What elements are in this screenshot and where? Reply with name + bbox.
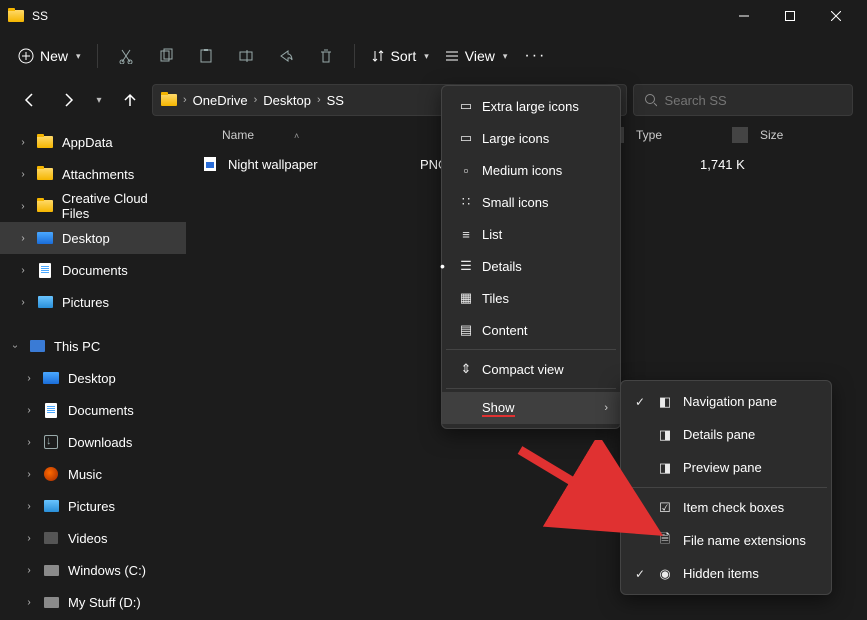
forward-button[interactable] xyxy=(52,84,84,116)
menu-item-check-boxes[interactable]: ☑Item check boxes xyxy=(621,491,831,524)
plus-circle-icon xyxy=(18,48,34,64)
toolbar: New▾ Sort▾ View▾ ··· xyxy=(0,32,867,80)
copy-button[interactable] xyxy=(148,38,184,74)
col-type[interactable]: Type xyxy=(628,128,728,142)
menu-medium-icons[interactable]: ▫Medium icons xyxy=(442,154,620,186)
menu-details-pane[interactable]: ◨Details pane xyxy=(621,418,831,451)
menu-content[interactable]: ▤Content xyxy=(442,314,620,346)
menu-compact-view[interactable]: ⇕Compact view xyxy=(442,353,620,385)
sort-button[interactable]: Sort▾ xyxy=(365,38,435,74)
crumb-ss[interactable]: SS xyxy=(327,93,344,108)
menu-details[interactable]: •☰Details xyxy=(442,250,620,282)
delete-button[interactable] xyxy=(308,38,344,74)
sidebar-item-creative-cloud[interactable]: ›Creative Cloud Files xyxy=(0,190,186,222)
up-button[interactable] xyxy=(114,84,146,116)
window-title: SS xyxy=(32,9,48,23)
file-icon xyxy=(202,156,218,172)
sidebar-item-pc-downloads[interactable]: ›Downloads xyxy=(0,426,186,458)
close-button[interactable] xyxy=(813,0,859,32)
view-dropdown-menu: ▭Extra large icons ▭Large icons ▫Medium … xyxy=(441,85,621,429)
sidebar-item-appdata[interactable]: ›AppData xyxy=(0,126,186,158)
maximize-button[interactable] xyxy=(767,0,813,32)
sidebar-item-documents[interactable]: ›Documents xyxy=(0,254,186,286)
menu-file-name-extensions[interactable]: 🗎File name extensions xyxy=(621,524,831,557)
sort-label: Sort xyxy=(391,48,417,64)
sidebar-item-this-pc[interactable]: ›This PC xyxy=(0,330,186,362)
menu-show[interactable]: Show› xyxy=(442,392,620,424)
paste-button[interactable] xyxy=(188,38,224,74)
view-label: View xyxy=(465,48,495,64)
recent-button[interactable]: ▾ xyxy=(90,84,108,116)
menu-tiles[interactable]: ▦Tiles xyxy=(442,282,620,314)
menu-large-icons[interactable]: ▭Large icons xyxy=(442,122,620,154)
crumb-desktop[interactable]: Desktop xyxy=(263,93,311,108)
trash-icon xyxy=(318,48,334,64)
sidebar-item-pc-documents[interactable]: ›Documents xyxy=(0,394,186,426)
menu-small-icons[interactable]: ∷Small icons xyxy=(442,186,620,218)
share-icon xyxy=(278,48,294,64)
sort-icon xyxy=(371,49,385,63)
rename-button[interactable] xyxy=(228,38,264,74)
menu-navigation-pane[interactable]: ✓◧Navigation pane xyxy=(621,385,831,418)
file-size: 1,741 K xyxy=(700,157,745,172)
more-button[interactable]: ··· xyxy=(517,38,553,74)
new-button[interactable]: New▾ xyxy=(12,38,87,74)
cut-icon xyxy=(118,48,134,64)
sidebar-item-pictures[interactable]: ›Pictures xyxy=(0,286,186,318)
copy-icon xyxy=(158,48,174,64)
sidebar-item-pc-music[interactable]: ›Music xyxy=(0,458,186,490)
menu-extra-large-icons[interactable]: ▭Extra large icons xyxy=(442,90,620,122)
sidebar-item-pc-videos[interactable]: ›Videos xyxy=(0,522,186,554)
show-submenu: ✓◧Navigation pane ◨Details pane ◨Preview… xyxy=(620,380,832,595)
folder-icon xyxy=(8,10,24,22)
view-button[interactable]: View▾ xyxy=(439,38,514,74)
sidebar-item-pc-c-drive[interactable]: ›Windows (C:) xyxy=(0,554,186,586)
cut-button[interactable] xyxy=(108,38,144,74)
search-box[interactable] xyxy=(633,84,853,116)
sidebar-item-pc-desktop[interactable]: ›Desktop xyxy=(0,362,186,394)
menu-preview-pane[interactable]: ◨Preview pane xyxy=(621,451,831,484)
sidebar-item-desktop[interactable]: ›Desktop xyxy=(0,222,186,254)
rename-icon xyxy=(238,48,254,64)
new-label: New xyxy=(40,48,68,64)
sidebar-item-pc-d-drive[interactable]: ›My Stuff (D:) xyxy=(0,586,186,618)
menu-hidden-items[interactable]: ✓◉Hidden items xyxy=(621,557,831,590)
sidebar-item-attachments[interactable]: ›Attachments xyxy=(0,158,186,190)
search-icon xyxy=(644,93,657,107)
folder-icon xyxy=(161,94,177,106)
paste-icon xyxy=(198,48,214,64)
crumb-onedrive[interactable]: OneDrive xyxy=(193,93,248,108)
address-bar: ▾ › OneDrive › Desktop › SS xyxy=(0,80,867,120)
back-button[interactable] xyxy=(14,84,46,116)
col-name[interactable]: Name˄ xyxy=(214,128,414,142)
view-icon xyxy=(445,49,459,63)
file-name: Night wallpaper xyxy=(228,157,420,172)
search-input[interactable] xyxy=(665,93,842,108)
sidebar: ›AppData ›Attachments ›Creative Cloud Fi… xyxy=(0,120,186,620)
sidebar-item-pc-pictures[interactable]: ›Pictures xyxy=(0,490,186,522)
share-button[interactable] xyxy=(268,38,304,74)
col-size[interactable]: Size xyxy=(752,128,812,142)
title-bar: SS xyxy=(0,0,867,32)
menu-list[interactable]: ≡List xyxy=(442,218,620,250)
minimize-button[interactable] xyxy=(721,0,767,32)
